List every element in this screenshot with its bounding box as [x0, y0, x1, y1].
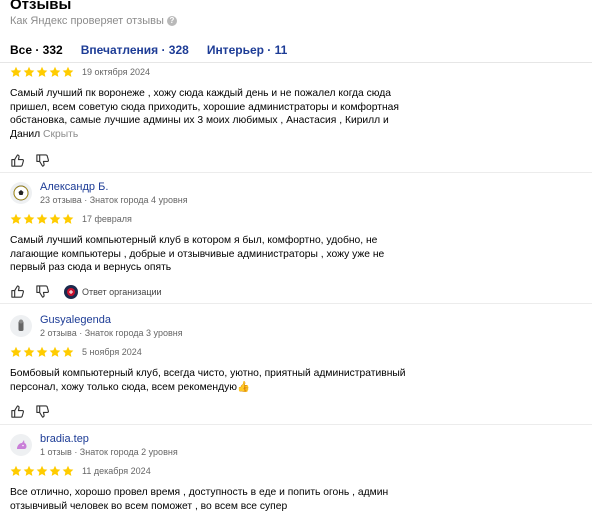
soccer-ball-avatar[interactable] [10, 182, 32, 204]
review-text: Самый лучший пк воронеже , хожу сюда каж… [10, 87, 410, 141]
review-separator [0, 172, 592, 173]
like-icon[interactable] [10, 153, 25, 168]
author-name[interactable]: Gusyalegenda [40, 314, 183, 327]
review-actions [10, 152, 410, 168]
star-icon [62, 66, 74, 77]
star-icon [10, 66, 22, 77]
star-icon [36, 346, 48, 357]
figure-avatar[interactable] [10, 315, 32, 337]
rating-row: 17 февраля [10, 212, 410, 226]
review-actions [10, 403, 410, 419]
dislike-icon[interactable] [35, 404, 50, 419]
tab-interior[interactable]: Интерьер · 11 [207, 43, 287, 63]
review-text: Бомбовый компьютерный клуб, всегда чисто… [10, 368, 406, 393]
review-date: 19 октября 2024 [82, 67, 151, 77]
star-icon [36, 213, 48, 224]
star-icon [23, 346, 35, 357]
author-info: 2 отзыва · Знаток города 3 уровня [40, 327, 183, 338]
org-reply-button[interactable]: Ответ организации [64, 284, 162, 299]
review-card: 19 октября 2024 Самый лучший пк воронеже… [10, 61, 410, 168]
author-name[interactable]: Александр Б. [40, 181, 188, 194]
star-icon [10, 213, 22, 224]
review-policy-text: Как Яндекс проверяет отзывы [10, 15, 164, 27]
review-policy-link[interactable]: Как Яндекс проверяет отзывы ? [10, 14, 177, 28]
dislike-icon[interactable] [35, 153, 50, 168]
page-title: Отзывы [10, 0, 72, 13]
review-author: bradia.tep 1 отзыв · Знаток города 2 уро… [10, 432, 410, 458]
author-name[interactable]: bradia.tep [40, 433, 178, 446]
unicorn-avatar[interactable] [10, 434, 32, 456]
author-info: 1 отзыв · Знаток города 2 уровня [40, 446, 178, 457]
review-separator [0, 303, 592, 304]
review-card: Александр Б. 23 отзыва · Знаток города 4… [10, 180, 410, 300]
star-icon [10, 346, 22, 357]
review-date: 5 ноября 2024 [82, 347, 142, 357]
hide-review-link[interactable]: Скрыть [43, 129, 78, 140]
star-icon [62, 213, 74, 224]
star-icon [23, 465, 35, 476]
review-date: 11 декабря 2024 [82, 466, 151, 476]
star-rating [10, 213, 74, 225]
star-icon [36, 465, 48, 476]
star-rating [10, 465, 74, 477]
review-actions: Ответ организации [10, 284, 410, 300]
star-icon [62, 465, 74, 476]
review-card: bradia.tep 1 отзыв · Знаток города 2 уро… [10, 432, 410, 513]
author-info: 23 отзыва · Знаток города 4 уровня [40, 194, 188, 205]
question-circle-icon[interactable]: ? [166, 16, 177, 26]
star-icon [49, 465, 61, 476]
review-author: Gusyalegenda 2 отзыва · Знаток города 3 … [10, 313, 410, 339]
rating-row: 19 октября 2024 [10, 65, 410, 79]
like-icon[interactable] [10, 284, 25, 299]
rating-row: 11 декабря 2024 [10, 464, 410, 478]
star-icon [49, 66, 61, 77]
star-rating [10, 66, 74, 78]
star-icon [49, 213, 61, 224]
rating-row: 5 ноября 2024 [10, 345, 410, 359]
review-card: Gusyalegenda 2 отзыва · Знаток города 3 … [10, 313, 410, 419]
star-icon [23, 66, 35, 77]
review-separator [0, 424, 592, 425]
organization-logo-icon [64, 284, 78, 299]
review-text: Самый лучший компьютерный клуб в котором… [10, 235, 385, 273]
tab-all[interactable]: Все · 332 [10, 43, 63, 63]
star-icon [23, 213, 35, 224]
review-tabs: Все · 332 Впечатления · 328 Интерьер · 1… [10, 43, 287, 63]
star-icon [10, 465, 22, 476]
star-rating [10, 346, 74, 358]
star-icon [49, 346, 61, 357]
tab-impressions[interactable]: Впечатления · 328 [81, 43, 189, 63]
dislike-icon[interactable] [35, 284, 50, 299]
org-reply-label: Ответ организации [82, 286, 162, 297]
star-icon [62, 346, 74, 357]
review-date: 17 февраля [82, 214, 132, 224]
like-icon[interactable] [10, 404, 25, 419]
review-text: Все отлично, хорошо провел время , досту… [10, 487, 389, 512]
review-author: Александр Б. 23 отзыва · Знаток города 4… [10, 180, 410, 206]
star-icon [36, 66, 48, 77]
